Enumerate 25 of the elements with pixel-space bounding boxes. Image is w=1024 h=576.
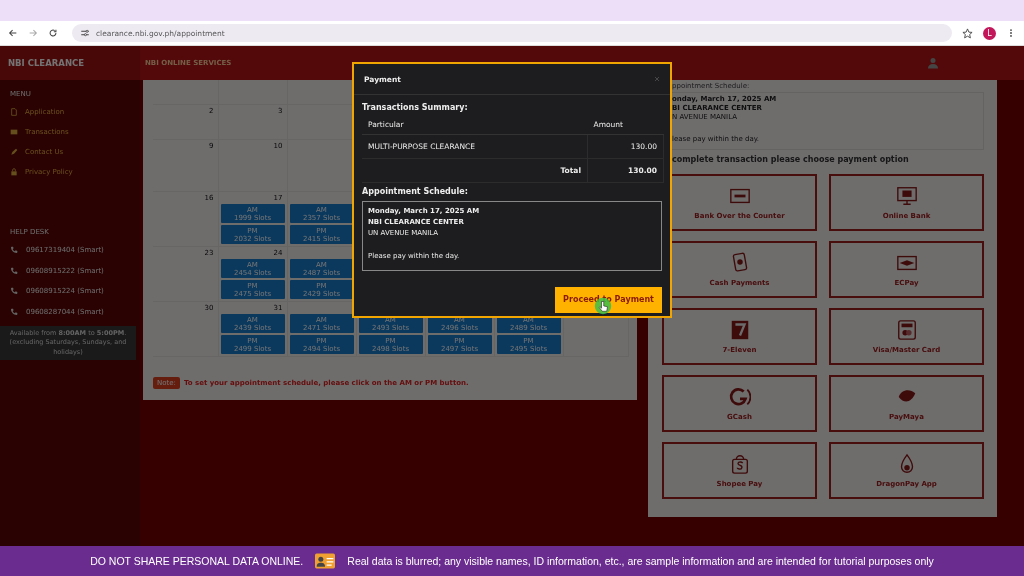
summary-heading: Transactions Summary: [362, 103, 469, 114]
close-icon [654, 76, 660, 82]
monitor-icon [895, 185, 918, 207]
reload-icon [48, 28, 58, 38]
payment-prompt: complete transaction please choose payment option [671, 155, 910, 164]
lock-icon [10, 168, 18, 176]
phone-icon [10, 246, 18, 255]
card-icon [10, 128, 18, 136]
user-icon [927, 57, 939, 69]
schedule-heading: Appointment Schedule: [362, 186, 469, 198]
site-settings-icon [80, 28, 90, 38]
star-icon [962, 27, 973, 39]
phone-icon [10, 287, 18, 296]
profile-avatar[interactable]: L [983, 26, 996, 40]
document-icon [10, 108, 18, 116]
card-icon [895, 319, 918, 341]
spiral-icon [728, 386, 751, 408]
pen-icon [10, 148, 18, 156]
warning-text: DO NOT SHARE PERSONAL DATA ONLINE. [90, 555, 304, 567]
back-icon [8, 28, 18, 38]
phone-icon [10, 307, 18, 316]
forward-icon [28, 28, 38, 38]
disclaimer-text: Real data is blurred; any visible names, ID information, etc., are sample information and are intended for tutorial purposes only [347, 555, 934, 567]
phone-icon [10, 266, 18, 275]
brand-title: NBI CLEARANCE [8, 58, 85, 68]
